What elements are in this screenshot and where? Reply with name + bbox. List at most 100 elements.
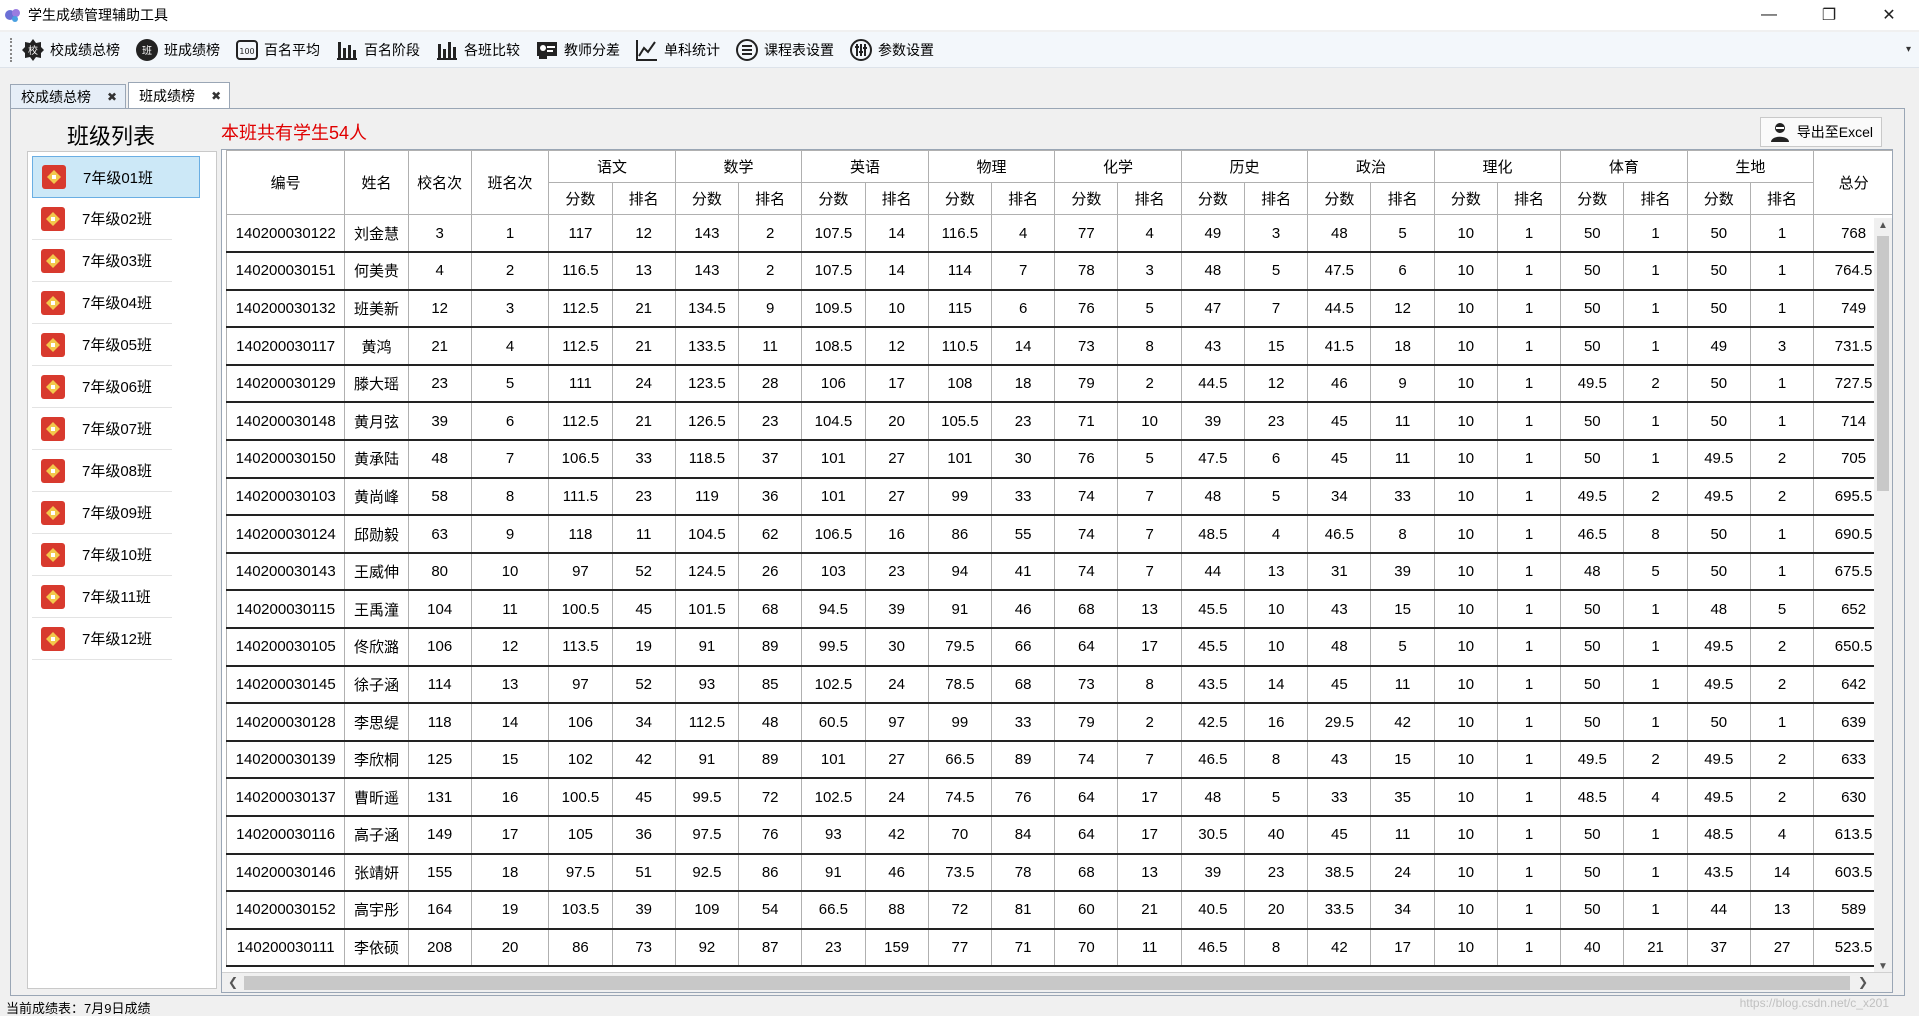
table-cell[interactable]: 102.5	[801, 665, 866, 705]
table-cell[interactable]: 48.5	[1560, 777, 1625, 817]
table-cell[interactable]: 1	[1623, 702, 1688, 742]
table-cell[interactable]: 3	[470, 289, 550, 329]
table-cell[interactable]: 68	[1054, 589, 1119, 630]
table-row[interactable]: 140200030148 黄月弦 39 6 112.5 21 126.5 23 104.5 20 1…	[225, 401, 1892, 442]
table-cell[interactable]: 1	[1749, 514, 1815, 554]
table-cell[interactable]: 112.5	[674, 702, 740, 742]
table-cell[interactable]: 1	[1496, 777, 1562, 817]
table-cell[interactable]: 3	[1749, 326, 1815, 366]
table-cell[interactable]: 10	[1433, 890, 1498, 930]
table-cell[interactable]: 140200030137	[225, 777, 346, 817]
table-cell[interactable]: 19	[611, 627, 676, 667]
table-cell[interactable]: 26	[738, 552, 803, 592]
table-cell[interactable]: 45	[1307, 815, 1372, 855]
table-cell[interactable]: 10	[1433, 401, 1498, 442]
table-cell[interactable]: 112.5	[548, 326, 613, 366]
table-cell[interactable]: 1	[1496, 326, 1562, 366]
table-cell[interactable]: 1	[1749, 214, 1815, 254]
table-cell[interactable]: 52	[611, 552, 676, 592]
table-cell[interactable]: 33	[990, 477, 1056, 517]
table-cell[interactable]: 1	[1623, 890, 1688, 930]
table-cell[interactable]: 33	[990, 702, 1056, 742]
table-cell[interactable]: 1	[1496, 815, 1562, 855]
table-cell[interactable]: 73	[1054, 326, 1119, 366]
table-cell[interactable]: 102.5	[801, 777, 866, 817]
table-cell[interactable]: 143	[674, 251, 740, 291]
table-cell[interactable]: 40	[1243, 815, 1309, 855]
table-cell[interactable]: 112.5	[548, 401, 613, 442]
table-cell[interactable]: 74	[1054, 740, 1119, 780]
table-cell[interactable]: 77	[1054, 214, 1119, 254]
toolbar-top100-average-button[interactable]: 100 百名平均	[234, 35, 320, 65]
table-cell[interactable]: 15	[1370, 589, 1435, 630]
table-cell[interactable]: 140200030124	[225, 514, 346, 554]
table-cell[interactable]: 1	[1496, 401, 1562, 442]
table-cell[interactable]: 105	[548, 815, 613, 855]
sub-column-header[interactable]: 分数	[548, 182, 613, 215]
table-cell[interactable]: 78	[1054, 251, 1119, 291]
table-cell[interactable]: 116.5	[548, 251, 613, 291]
table-row[interactable]: 140200030128 李思缇 118 14 106 34 112.5 48 60.5 97 99…	[225, 702, 1892, 742]
table-cell[interactable]: 7	[470, 439, 550, 479]
table-cell[interactable]: 107.5	[801, 214, 866, 254]
table-cell[interactable]: 邱勋毅	[344, 514, 409, 554]
table-cell[interactable]: 1	[1623, 439, 1688, 479]
table-cell[interactable]: 21	[611, 289, 676, 329]
table-cell[interactable]: 108	[927, 364, 993, 404]
table-cell[interactable]: 46	[864, 853, 929, 893]
table-cell[interactable]: 11	[1370, 665, 1435, 705]
sub-column-header[interactable]: 分数	[674, 182, 740, 215]
table-cell[interactable]: 2	[738, 214, 803, 254]
horizontal-scrollbar[interactable]: ❮ ❯	[222, 972, 1892, 992]
table-cell[interactable]: 103.5	[548, 890, 613, 930]
table-cell[interactable]: 14	[864, 214, 929, 254]
table-cell[interactable]: 16	[470, 777, 550, 817]
table-cell[interactable]: 93	[801, 815, 866, 855]
table-cell[interactable]: 8	[1623, 514, 1688, 554]
table-cell[interactable]: 17	[1117, 777, 1182, 817]
table-cell[interactable]: 5	[1370, 627, 1435, 667]
table-cell[interactable]: 49.5	[1560, 364, 1625, 404]
table-cell[interactable]: 73	[611, 928, 676, 968]
table-cell[interactable]: 1	[1749, 401, 1815, 442]
table-cell[interactable]: 76	[1054, 439, 1119, 479]
table-cell[interactable]: 86	[738, 853, 803, 893]
sub-column-header[interactable]: 排名	[738, 182, 803, 215]
table-cell[interactable]: 10	[1433, 777, 1498, 817]
table-cell[interactable]: 18	[990, 364, 1056, 404]
table-cell[interactable]: 2	[1749, 740, 1815, 780]
table-cell[interactable]: 110.5	[927, 326, 993, 366]
table-cell[interactable]: 7	[990, 251, 1056, 291]
table-row[interactable]: 140200030145 徐子涵 114 13 97 52 93 85 102.5 24 78.5 6…	[225, 665, 1892, 705]
table-cell[interactable]: 48	[1180, 477, 1245, 517]
table-cell[interactable]: 10	[1243, 627, 1309, 667]
table-cell[interactable]: 1	[1496, 627, 1562, 667]
table-cell[interactable]: 46	[990, 589, 1056, 630]
table-cell[interactable]: 72	[927, 890, 993, 930]
table-cell[interactable]: 7	[1117, 552, 1182, 592]
table-cell[interactable]: 50	[1560, 702, 1625, 742]
table-cell[interactable]: 黄月弦	[344, 401, 409, 442]
table-cell[interactable]: 23	[611, 477, 676, 517]
table-cell[interactable]: 10	[1433, 477, 1498, 517]
table-cell[interactable]: 50	[1686, 401, 1751, 442]
table-cell[interactable]: 87	[738, 928, 803, 968]
table-cell[interactable]: 92	[674, 928, 740, 968]
table-cell[interactable]: 47.5	[1180, 439, 1245, 479]
table-cell[interactable]: 49.5	[1560, 477, 1625, 517]
table-cell[interactable]: 7	[1243, 289, 1309, 329]
table-cell[interactable]: 15	[470, 740, 550, 780]
toolbar-overflow-icon[interactable]: ▾	[1906, 44, 1911, 55]
table-cell[interactable]: 13	[1749, 890, 1815, 930]
table-cell[interactable]: 高宇彤	[344, 890, 409, 930]
table-cell[interactable]: 16	[864, 514, 929, 554]
table-cell[interactable]: 2	[1623, 740, 1688, 780]
class-item[interactable]: 7年级11班	[32, 576, 172, 618]
table-cell[interactable]: 140200030122	[225, 214, 346, 254]
table-cell[interactable]: 104.5	[801, 401, 866, 442]
table-cell[interactable]: 1	[1623, 289, 1688, 329]
table-cell[interactable]: 107.5	[801, 251, 866, 291]
table-cell[interactable]: 85	[738, 665, 803, 705]
table-cell[interactable]: 86	[548, 928, 613, 968]
table-cell[interactable]: 104.5	[674, 514, 740, 554]
